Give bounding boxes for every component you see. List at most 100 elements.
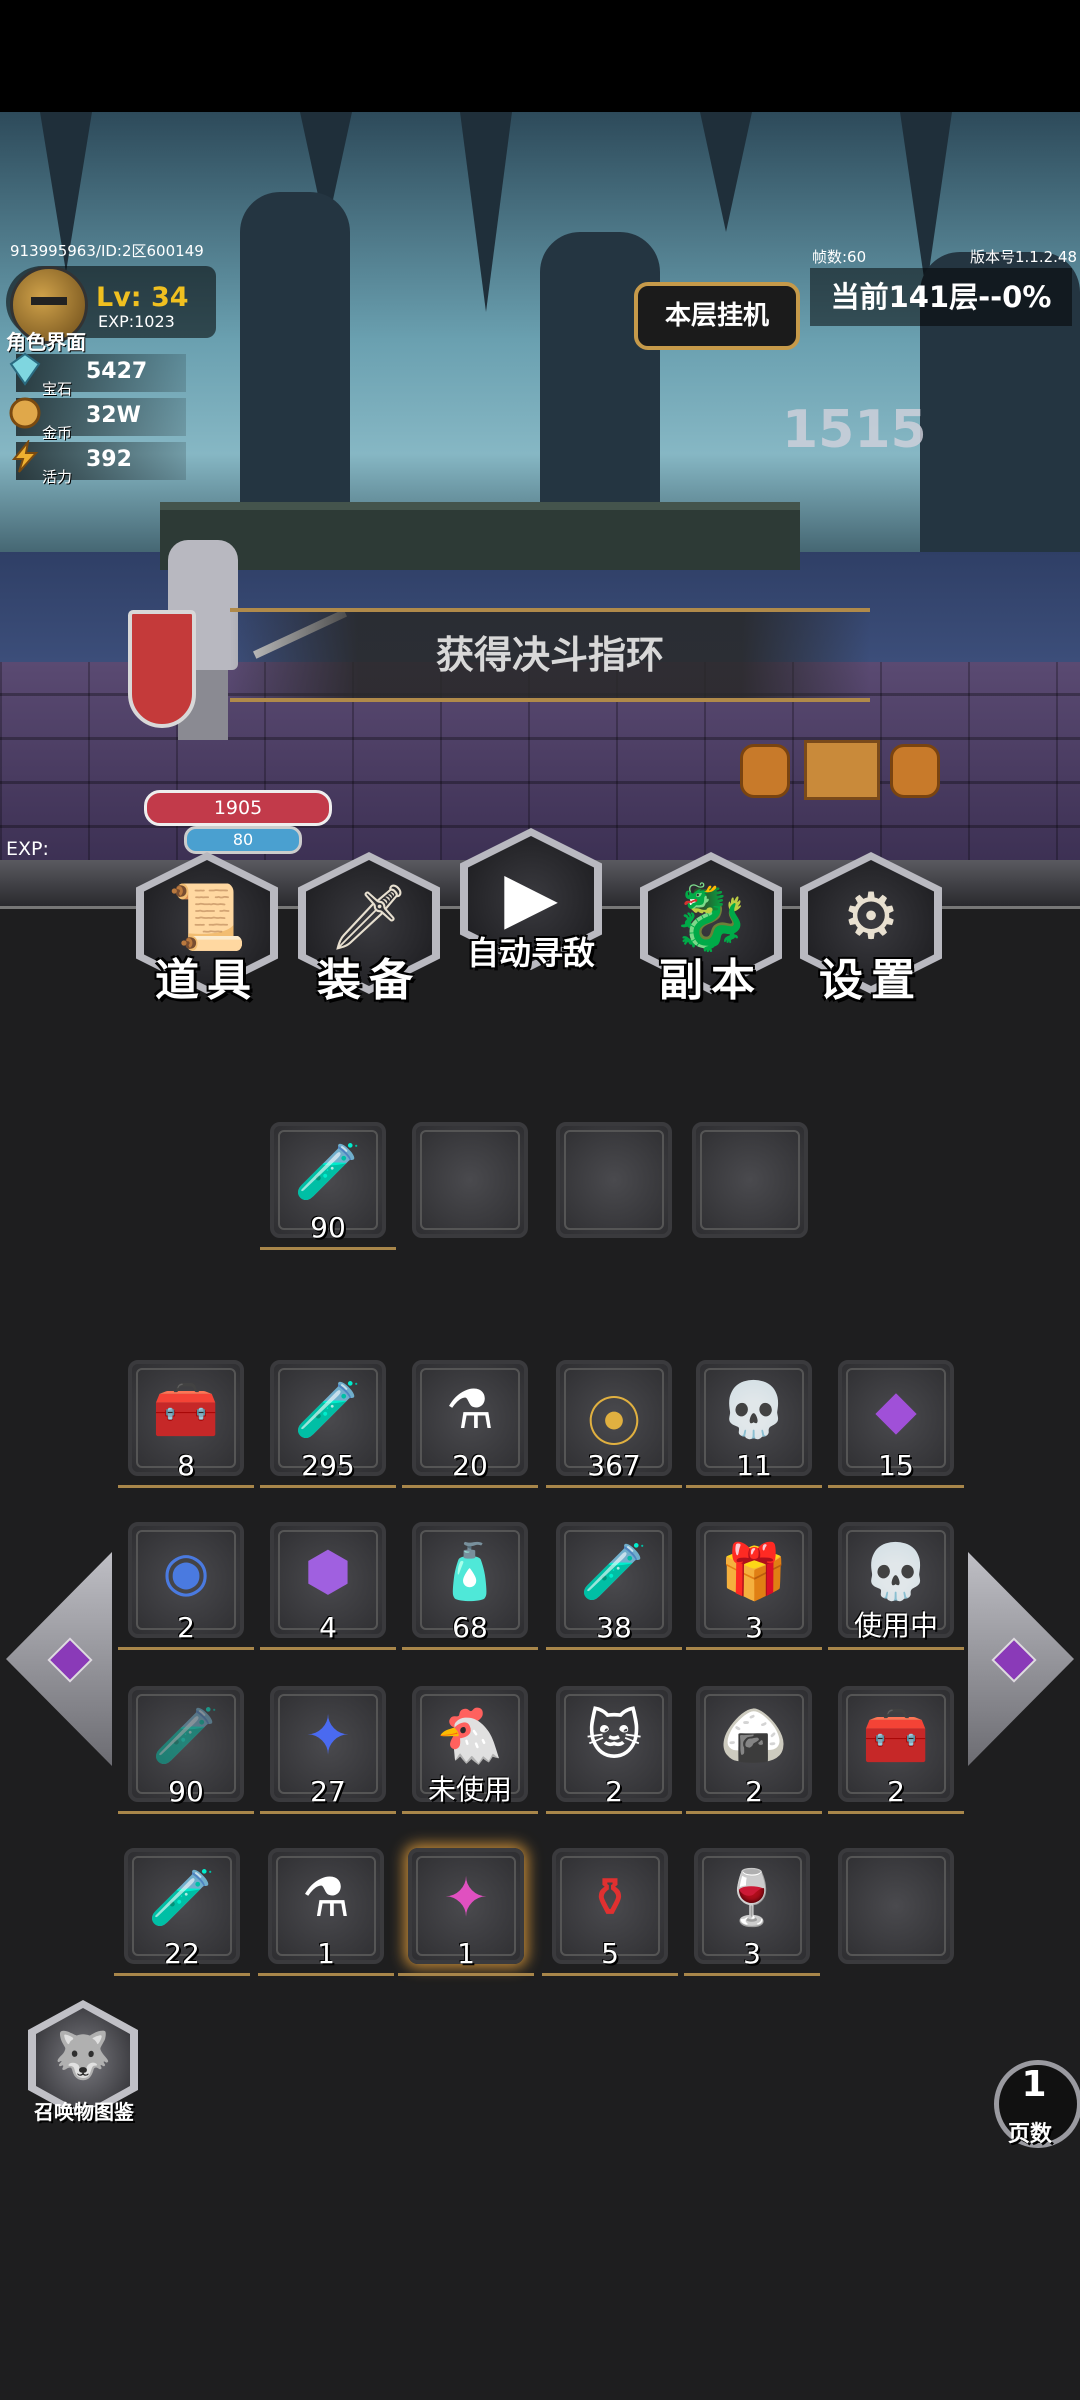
quick-slot[interactable] — [556, 1122, 672, 1238]
shield-icon — [128, 610, 196, 728]
inventory-slot[interactable]: ⚗ 1 — [258, 1848, 394, 1976]
inventory-slot[interactable]: 🍙 2 — [686, 1686, 822, 1814]
equipment-button[interactable]: 🗡 装备 — [298, 852, 440, 1008]
player-id: 913995963/ID:2区600149 — [10, 242, 204, 260]
summon-codex-label: 召唤物图鉴 — [34, 2100, 134, 2124]
inventory-slot[interactable]: 🧴 68 — [402, 1522, 538, 1650]
blue-tube-icon: 🧪 — [580, 1540, 648, 1603]
coin-icon — [9, 397, 41, 429]
hp-bar: 1905 — [144, 790, 332, 826]
gem-stat: 5427 宝石 — [9, 352, 186, 398]
gears-icon: ⚙ — [842, 880, 900, 954]
loot-banner-text: 获得决斗指环 — [435, 633, 664, 677]
role-screen-label[interactable]: 角色界面 — [6, 326, 86, 355]
purple-gem-icon: ⬢ — [304, 1540, 352, 1603]
inventory-slot[interactable]: 🐔 未使用 — [402, 1686, 538, 1814]
inventory-slot[interactable]: 🍷 3 — [684, 1848, 820, 1976]
inventory-slot[interactable]: 🎁 3 — [686, 1522, 822, 1650]
quick-slot[interactable] — [692, 1122, 808, 1238]
red-tube-icon: 🧪 — [148, 1866, 216, 1929]
page-number-button[interactable]: 1 页数 — [990, 2060, 1080, 2152]
version-label: 版本号1.1.2.48 — [970, 248, 1078, 266]
inventory-slot[interactable]: ⬢ 4 — [260, 1522, 396, 1650]
settings-button[interactable]: ⚙ 设置 — [800, 852, 942, 1008]
equipment-label: 装备 — [317, 955, 421, 1006]
inventory-slot[interactable]: 🧪 90 — [118, 1686, 254, 1814]
rice-dumpling-icon: 🍙 — [720, 1704, 788, 1767]
skeleton-icon: 💀 — [862, 1540, 930, 1603]
fps-counter: 帧数:60 — [812, 248, 867, 266]
energy-value: 392 — [86, 447, 132, 472]
pink-amulet-icon: ✦ — [443, 1866, 489, 1929]
inventory-slot[interactable]: 🧰 2 — [828, 1686, 964, 1814]
summon-codex-button[interactable]: 🐺 召唤物图鉴 — [24, 2000, 144, 2130]
inventory-slot[interactable]: ⦿ 367 — [546, 1360, 682, 1488]
cyan-flask-icon: ⚗ — [445, 1378, 495, 1441]
golden-chest-icon: 🧰 — [152, 1378, 220, 1441]
inventory-slot[interactable]: ◉ 2 — [118, 1522, 254, 1650]
coin-label: 金币 — [42, 424, 73, 442]
energy-stat: 392 活力 — [11, 440, 186, 486]
coin-stat: 32W 金币 — [9, 397, 186, 442]
floor-progress: 当前141层--0% — [810, 268, 1072, 326]
exp-bar-label: EXP: — [6, 838, 49, 860]
inventory-slot[interactable]: ✦ 1 — [398, 1848, 534, 1976]
blue-amulet-icon: ✦ — [305, 1704, 351, 1767]
silver-chest-icon: 🧰 — [862, 1704, 930, 1767]
inventory-slot[interactable]: 🧪 22 — [114, 1848, 250, 1976]
quick-slot[interactable]: 🧪 90 — [260, 1122, 396, 1250]
exp-value: EXP:1023 — [98, 312, 175, 331]
red-potion-icon: 🧪 — [294, 1140, 362, 1203]
stalactite — [700, 112, 752, 232]
wolf-icon: 🐺 — [54, 2028, 112, 2082]
purple-chest-icon: 🎁 — [720, 1540, 788, 1603]
mp-bar: 80 — [184, 826, 302, 854]
page-label: 页数 — [1007, 2122, 1052, 2147]
level-label: Lv: 34 — [96, 282, 189, 313]
inventory-slot[interactable]: 🧰 8 — [118, 1360, 254, 1488]
coin-value: 32W — [86, 403, 141, 428]
settings-label: 设置 — [819, 955, 923, 1006]
treasure-chest-sprite — [740, 740, 940, 800]
gold-coin-icon: ⦿ — [587, 1391, 641, 1454]
auto-seek-button[interactable]: ▶ 自动寻敌 — [460, 828, 602, 984]
inventory-slot[interactable]: 🧪 295 — [260, 1360, 396, 1488]
blue-potion-icon: 🧴 — [436, 1540, 504, 1603]
red-vial-icon: 🧪 — [152, 1704, 220, 1767]
lightning-icon — [11, 440, 39, 473]
prev-page-arrow[interactable] — [6, 1552, 112, 1766]
status-bar — [0, 0, 1080, 112]
cave-pillar — [240, 192, 350, 522]
auto-seek-label: 自动寻敌 — [466, 934, 595, 972]
cave-pillar — [540, 232, 660, 532]
inventory-slot[interactable]: ◆ 15 — [828, 1360, 964, 1488]
inventory-slot[interactable]: ⚗ 20 — [402, 1360, 538, 1488]
yellow-flask-icon: ⚗ — [301, 1866, 351, 1929]
inventory-slot[interactable]: 💀 使用中 — [828, 1522, 964, 1650]
red-flask-icon: ⚱ — [587, 1866, 633, 1929]
energy-label: 活力 — [42, 468, 73, 486]
dungeon-label: 副本 — [659, 955, 763, 1006]
inventory-slot[interactable]: 🐱 2 — [546, 1686, 682, 1814]
purple-crystal-icon: ◆ — [875, 1378, 917, 1441]
afk-button[interactable]: 本层挂机 — [634, 282, 800, 350]
items-button[interactable]: 📜 道具 — [136, 852, 278, 1008]
inventory-slot[interactable]: 🧪 38 — [546, 1522, 682, 1650]
blue-orb-icon: ◉ — [162, 1540, 210, 1603]
gem-label: 宝石 — [42, 380, 73, 398]
inventory-slot[interactable] — [838, 1848, 954, 1964]
stalactite — [460, 112, 512, 312]
gem-value: 5427 — [86, 359, 148, 384]
inventory-slot[interactable]: ✦ 27 — [260, 1686, 396, 1814]
inventory-slot[interactable]: ⚱ 5 — [542, 1848, 678, 1976]
chicken-icon: 🐔 — [436, 1704, 504, 1767]
loot-banner: 获得决斗指环 — [230, 608, 870, 702]
inventory-slot[interactable]: 💀 11 — [686, 1360, 822, 1488]
gem-icon — [9, 352, 41, 386]
caged-cat-icon: 🐱 — [585, 1704, 643, 1767]
dungeon-button[interactable]: 🐉 副本 — [640, 852, 782, 1008]
quick-slot[interactable] — [412, 1122, 528, 1238]
next-page-arrow[interactable] — [968, 1552, 1074, 1766]
blue-vial-icon: 🧪 — [294, 1378, 362, 1441]
items-label: 道具 — [155, 955, 259, 1006]
